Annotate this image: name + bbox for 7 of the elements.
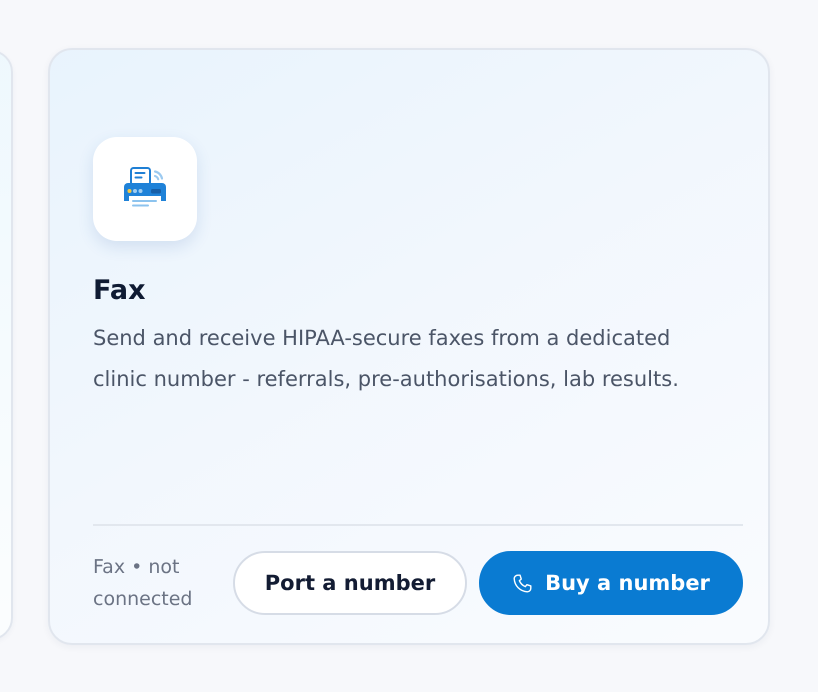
fax-icon (93, 137, 197, 241)
buy-number-button[interactable]: Buy a number (479, 551, 743, 615)
port-number-button[interactable]: Port a number (233, 551, 467, 615)
card-description: Send and receive HIPAA-secure faxes from a dedicated clinic number - referrals, pre-authorisations, lab results. (93, 325, 680, 393)
phone-icon (512, 572, 534, 594)
status-text: Fax • not connected (93, 555, 194, 612)
card-title: Fax (93, 274, 146, 308)
